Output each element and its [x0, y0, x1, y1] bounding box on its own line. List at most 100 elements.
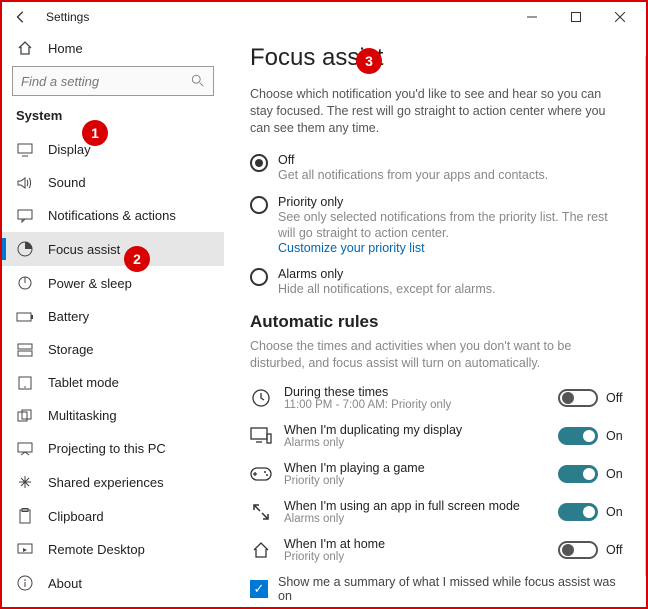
about-icon [16, 575, 34, 591]
toggle-state-label: Off [606, 543, 628, 557]
clock-icon [250, 388, 272, 408]
sidebar-item-battery[interactable]: Battery [2, 300, 224, 333]
fullscreen-icon [250, 502, 272, 522]
sidebar-item-display[interactable]: Display [2, 133, 224, 166]
remote-icon [16, 543, 34, 557]
nav-label: Battery [48, 309, 89, 324]
rule-title: During these times [284, 385, 546, 399]
window-title: Settings [46, 10, 89, 24]
sidebar-item-about[interactable]: About [2, 566, 224, 600]
rule-sub: Alarms only [284, 437, 546, 449]
settings-window: Settings Home Find a setting System Disp… [2, 2, 646, 607]
sidebar-item-tablet-mode[interactable]: Tablet mode [2, 366, 224, 399]
projecting-icon [16, 442, 34, 456]
scrollbar[interactable] [645, 56, 646, 576]
rule-title: When I'm at home [284, 537, 546, 551]
summary-checkbox-row[interactable]: ✓ Show me a summary of what I missed whi… [250, 575, 628, 603]
toggle-state-label: On [606, 467, 628, 481]
nav-label: Clipboard [48, 509, 104, 524]
toggle-switch[interactable] [558, 427, 598, 445]
radio-title: Alarms only [278, 267, 495, 281]
close-button[interactable] [598, 3, 642, 31]
page-title: Focus assist [250, 44, 628, 72]
sidebar: Home Find a setting System Display Sound N… [2, 32, 224, 607]
titlebar: Settings [2, 2, 646, 32]
nav-label: Focus assist [48, 242, 120, 257]
nav-label: Power & sleep [48, 276, 132, 291]
radio-alarms-only[interactable]: Alarms onlyHide all notifications, excep… [250, 267, 620, 297]
search-input[interactable]: Find a setting [12, 66, 214, 96]
radio-off[interactable]: OffGet all notifications from your apps … [250, 153, 620, 183]
toggle-state-label: On [606, 505, 628, 519]
game-icon [250, 467, 272, 481]
shared-icon [16, 474, 34, 490]
sidebar-item-clipboard[interactable]: Clipboard [2, 499, 224, 533]
sidebar-item-focus-assist[interactable]: Focus assist [2, 232, 224, 266]
nav-label: Multitasking [48, 408, 117, 423]
search-icon [191, 74, 205, 88]
customize-priority-link[interactable]: Customize your priority list [278, 241, 620, 255]
tablet-icon [16, 376, 34, 390]
rule-sub: Priority only [284, 551, 546, 563]
automatic-rules-title: Automatic rules [250, 312, 628, 332]
sidebar-item-notifications-actions[interactable]: Notifications & actions [2, 199, 224, 232]
radio-button [250, 154, 268, 172]
sidebar-item-shared-experiences[interactable]: Shared experiences [2, 465, 224, 499]
maximize-button[interactable] [554, 3, 598, 31]
nav-label: Shared experiences [48, 475, 164, 490]
rule-sub: Priority only [284, 475, 546, 487]
multitasking-icon [16, 409, 34, 423]
sidebar-home-label: Home [48, 41, 83, 56]
search-placeholder: Find a setting [21, 74, 191, 89]
radio-sub: Get all notifications from your apps and… [278, 167, 548, 183]
power-icon [16, 275, 34, 291]
toggle-switch[interactable] [558, 389, 598, 407]
clipboard-icon [16, 508, 34, 524]
sidebar-item-storage[interactable]: Storage [2, 333, 224, 366]
notifications-icon [16, 209, 34, 223]
radio-title: Off [278, 153, 548, 167]
nav-label: Display [48, 142, 91, 157]
page-intro: Choose which notification you'd like to … [250, 86, 610, 137]
battery-icon [16, 311, 34, 323]
toggle-switch[interactable] [558, 465, 598, 483]
rule-sub: Alarms only [284, 513, 546, 525]
nav-label: Remote Desktop [48, 542, 145, 557]
radio-button [250, 196, 268, 214]
rule-during-these-times[interactable]: During these times11:00 PM - 7:00 AM: Pr… [250, 385, 628, 411]
home-location-icon [250, 540, 272, 560]
sidebar-item-multitasking[interactable]: Multitasking [2, 399, 224, 432]
rule-when-i-m-using-an-app-in-full-screen-mode[interactable]: When I'm using an app in full screen mod… [250, 499, 628, 525]
sidebar-home[interactable]: Home [2, 32, 224, 66]
back-button[interactable] [6, 3, 36, 31]
radio-button [250, 268, 268, 286]
nav-label: Notifications & actions [48, 208, 176, 223]
sidebar-item-projecting-to-this-pc[interactable]: Projecting to this PC [2, 432, 224, 465]
radio-title: Priority only [278, 195, 620, 209]
checkbox-checked-icon: ✓ [250, 580, 268, 598]
radio-sub: See only selected notifications from the… [278, 209, 620, 242]
nav-label: Sound [48, 175, 86, 190]
display-icon [16, 143, 34, 157]
rule-when-i-m-playing-a-game[interactable]: When I'm playing a gamePriority onlyOn [250, 461, 628, 487]
rule-when-i-m-duplicating-my-display[interactable]: When I'm duplicating my displayAlarms on… [250, 423, 628, 449]
sound-icon [16, 176, 34, 190]
sidebar-item-power-sleep[interactable]: Power & sleep [2, 266, 224, 300]
toggle-state-label: On [606, 429, 628, 443]
sidebar-category: System [2, 108, 224, 133]
minimize-button[interactable] [510, 3, 554, 31]
automatic-rules-sub: Choose the times and activities when you… [250, 338, 610, 372]
sidebar-item-sound[interactable]: Sound [2, 166, 224, 199]
rule-title: When I'm using an app in full screen mod… [284, 499, 546, 513]
toggle-switch[interactable] [558, 541, 598, 559]
focus-assist-icon [16, 241, 34, 257]
rule-when-i-m-at-home[interactable]: When I'm at homePriority only Off [250, 537, 628, 563]
radio-sub: Hide all notifications, except for alarm… [278, 281, 495, 297]
rule-sub: 11:00 PM - 7:00 AM: Priority only [284, 399, 546, 411]
rule-title: When I'm duplicating my display [284, 423, 546, 437]
sidebar-item-remote-desktop[interactable]: Remote Desktop [2, 533, 224, 566]
nav-label: Storage [48, 342, 94, 357]
radio-priority-only[interactable]: Priority onlySee only selected notificat… [250, 195, 620, 256]
toggle-switch[interactable] [558, 503, 598, 521]
nav-label: Projecting to this PC [48, 441, 166, 456]
